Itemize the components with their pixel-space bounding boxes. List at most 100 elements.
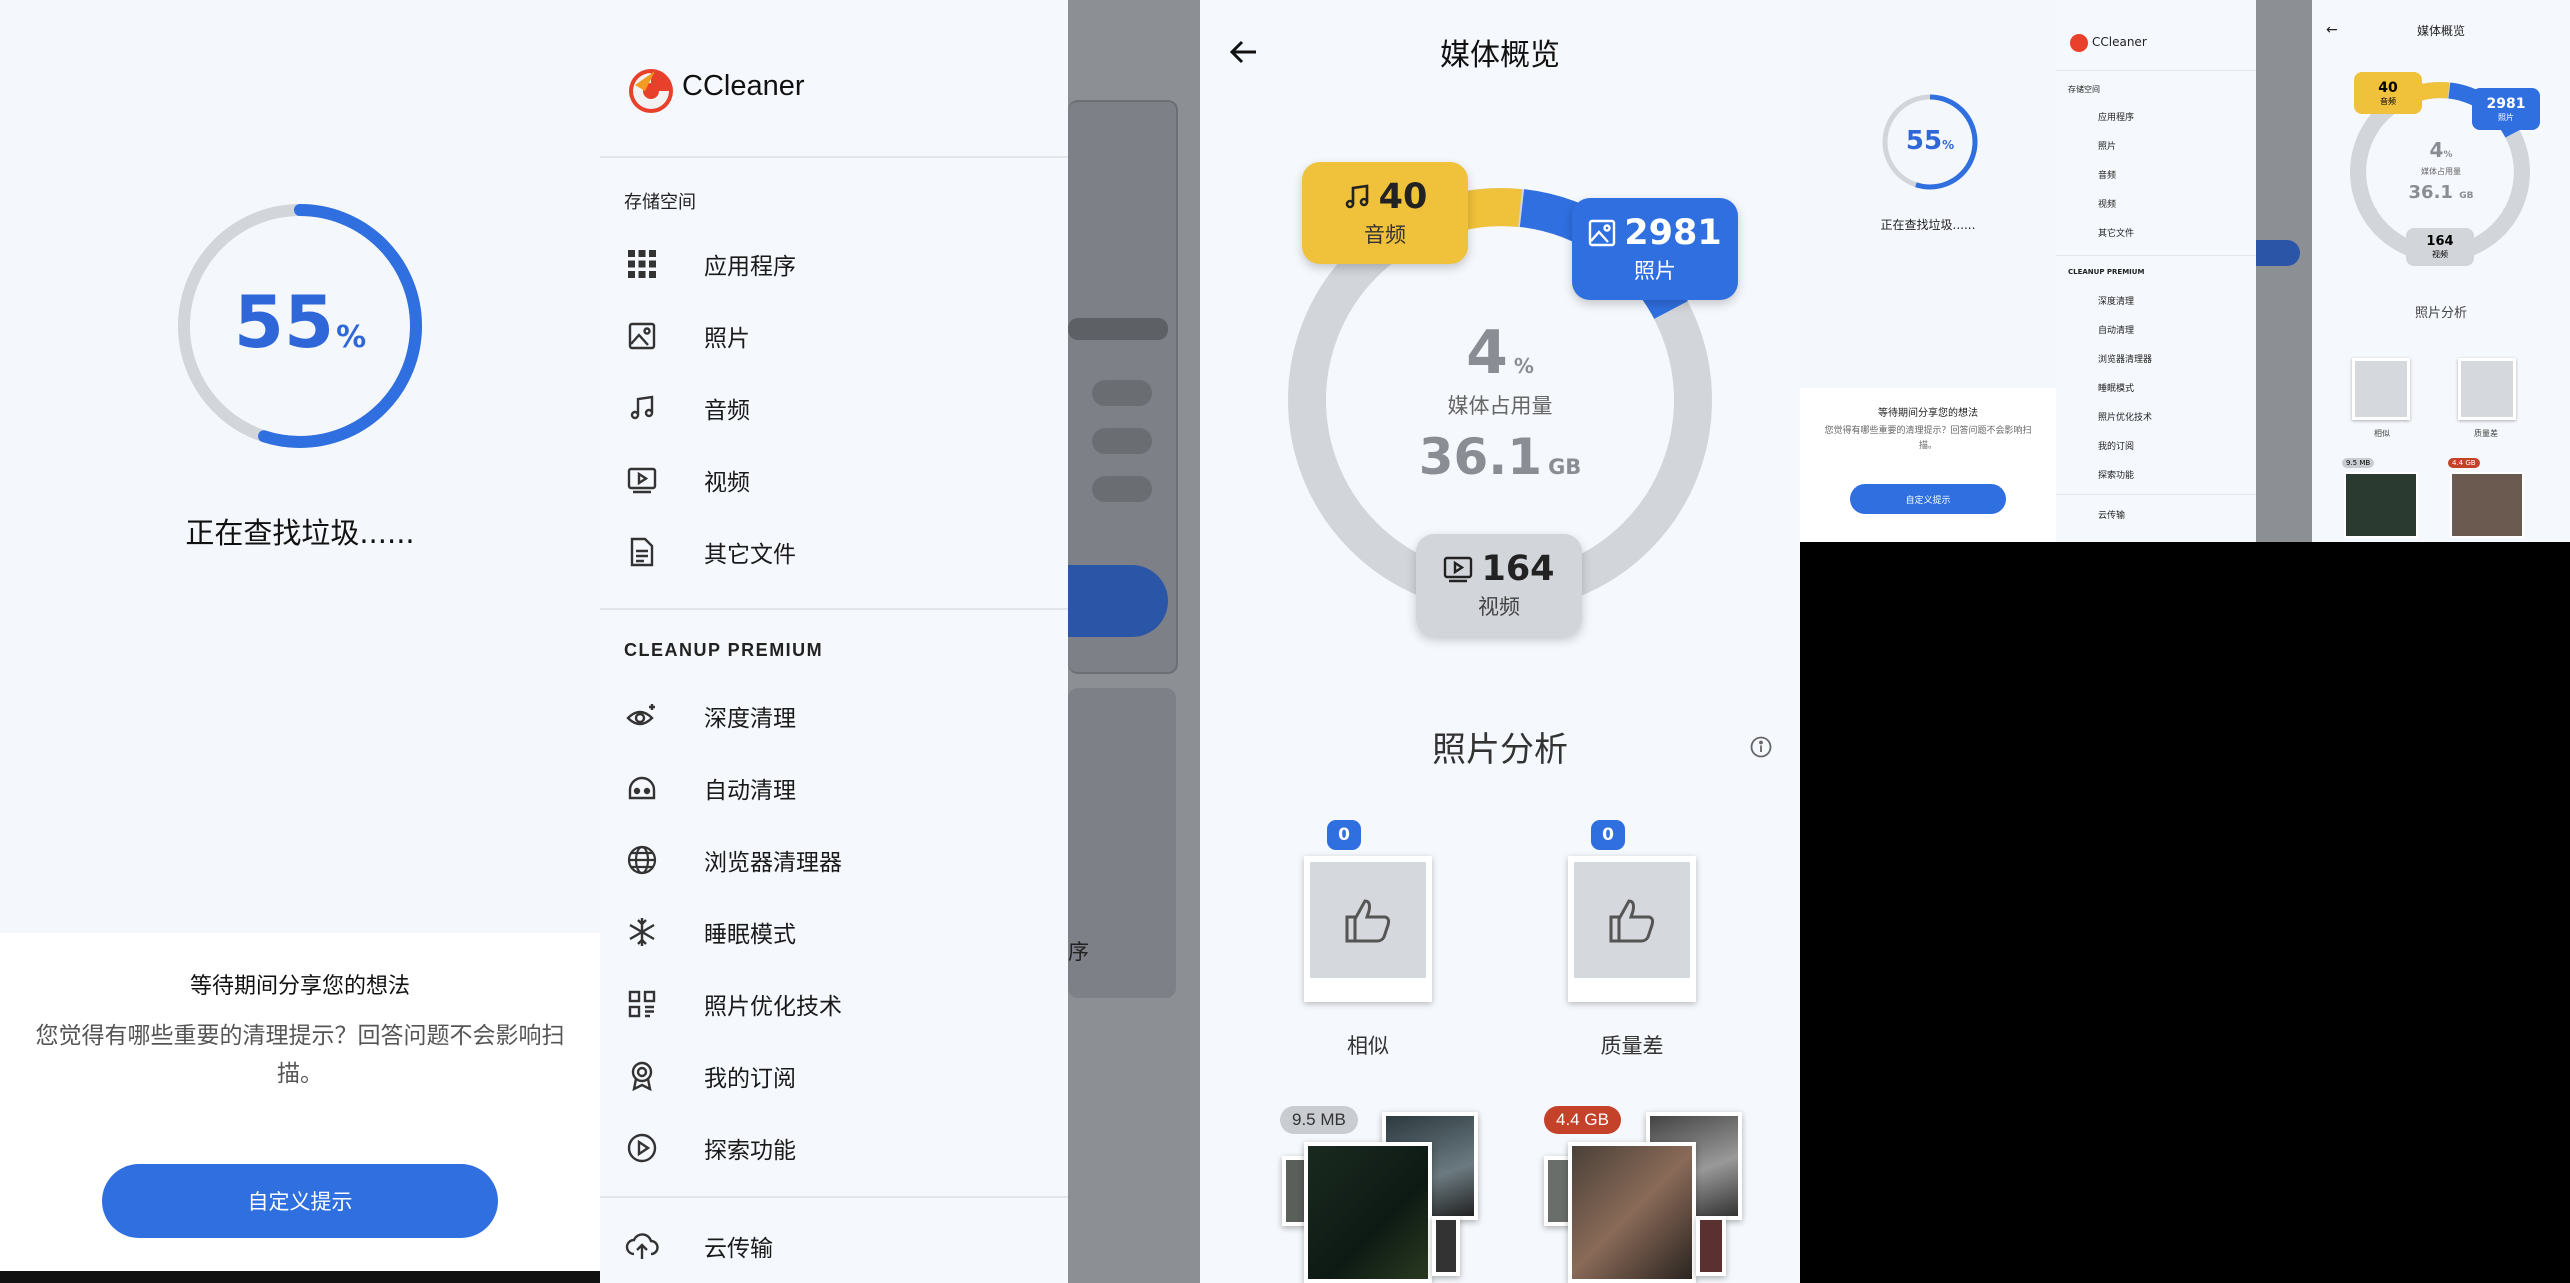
mini-premium-header: CLEANUP PREMIUM (2068, 268, 2145, 276)
mini-custom-tips-button[interactable]: 自定义提示 (1850, 484, 2006, 514)
mini-feedback-title: 等待期间分享您的想法 (1878, 408, 1978, 419)
divider (600, 608, 1068, 610)
photos-badge[interactable]: 2981 照片 (1572, 198, 1738, 300)
mini-usage-percent-value: 4 (2429, 138, 2444, 162)
videos-count: 164 (1481, 549, 1555, 589)
drawer-item-label: 睡眠模式 (704, 922, 796, 948)
drawer-item-photo-optimizer[interactable]: 照片优化技术 (600, 972, 1068, 1036)
media-overview-screen: 媒体概览 4% 媒体占用量 36.1 GB 40 音频 2981 照片 164 视… (1200, 0, 1800, 1283)
photo-thumb (1432, 1216, 1460, 1276)
videos-badge[interactable]: 164 视频 (1416, 534, 1582, 636)
mini-drawer-item[interactable]: 探索功能 (2098, 468, 2134, 481)
robot-icon (624, 770, 660, 806)
divider (600, 156, 1068, 158)
mini-drawer-item[interactable]: 照片 (2098, 139, 2116, 152)
drawer-item-explore[interactable]: 探索功能 (600, 1116, 1068, 1180)
mini-brand: CCleaner (2092, 35, 2147, 49)
globe-icon (624, 842, 660, 878)
drawer-item-deep-clean[interactable]: 深度清理 (600, 684, 1068, 748)
mini-low-quality-card[interactable] (2458, 358, 2516, 420)
video-icon (1444, 556, 1473, 583)
drawer-item-video[interactable]: 视频 (600, 448, 1068, 512)
usage-size: 36.1 GB (1200, 428, 1800, 486)
drawer-item-label: 其它文件 (704, 542, 796, 568)
video-icon (624, 462, 660, 498)
low-quality-label: 质量差 (1600, 1034, 1664, 1058)
low-quality-count-badge: 0 (1591, 820, 1625, 850)
low-quality-card[interactable] (1568, 856, 1696, 1002)
photo-thumb (1568, 1142, 1696, 1283)
apps-grid-icon (624, 246, 660, 282)
drawer-item-cloud-transfer[interactable]: 云传输 (600, 1214, 1068, 1278)
drawer-item-audio[interactable]: 音频 (600, 376, 1068, 440)
mini-photo-analysis-title: 照片分析 (2414, 306, 2467, 321)
nav-bar (0, 1271, 600, 1283)
mini-drawer-item[interactable]: 我的订阅 (2098, 439, 2134, 452)
mini-drawer-item[interactable]: 照片优化技术 (2098, 410, 2152, 423)
photo-thumb (1696, 1216, 1726, 1276)
drawer-item-sleep-mode[interactable]: 睡眠模式 (600, 900, 1068, 964)
document-icon (624, 534, 660, 570)
navigation-drawer: CCleaner 存储空间 应用程序 照片 音频 视频 其它文件 CLEANUP… (600, 0, 1068, 1283)
mini-feedback-body: 您觉得有哪些重要的清理提示？回答问题不会影响扫描。 (1824, 426, 2032, 451)
mini-low-quality-size-chip: 4.4 GB (2448, 458, 2480, 468)
mini-audio-badge[interactable]: 40 音频 (2354, 72, 2422, 114)
usage-percent-value: 4 (1466, 318, 1508, 388)
mini-photos-badge[interactable]: 2981 照片 (2472, 88, 2540, 130)
mini-scan-status: 正在查找垃圾...... (1880, 218, 1976, 232)
mini-title: 媒体概览 (2416, 24, 2465, 38)
mini-videos-badge[interactable]: 164 视频 (2406, 228, 2474, 266)
usage-size-value: 36.1 (1418, 428, 1543, 486)
drawer-item-photos[interactable]: 照片 (600, 304, 1068, 368)
mini-usage-label: 媒体占用量 (2421, 167, 2461, 176)
drawer-item-subscription[interactable]: 我的订阅 (600, 1044, 1068, 1108)
image-icon (624, 318, 660, 354)
mini-drawer-item[interactable]: 自动清理 (2098, 323, 2134, 336)
drawer-item-apps[interactable]: 应用程序 (600, 232, 1068, 296)
similar-photos-card[interactable] (1304, 856, 1432, 1002)
mini-usage-percent: 4% (2312, 138, 2570, 162)
mini-drawer-item[interactable]: 其它文件 (2098, 226, 2134, 239)
drawer-item-label: 音频 (704, 398, 750, 424)
mini-drawer-item[interactable]: 睡眠模式 (2098, 381, 2134, 394)
mini-logo-icon (2070, 34, 2088, 52)
mini-photo-stack (2450, 472, 2524, 538)
mini-usage-size-value: 36.1 (2408, 182, 2453, 203)
drawer-item-label: 应用程序 (704, 254, 796, 280)
drawer-item-label: 我的订阅 (704, 1066, 796, 1092)
audio-badge[interactable]: 40 音频 (1302, 162, 1468, 264)
drawer-item-other-files[interactable]: 其它文件 (600, 520, 1068, 584)
music-note-icon (624, 390, 660, 426)
usage-percent-symbol: % (1513, 354, 1534, 378)
custom-tips-button[interactable]: 自定义提示 (102, 1164, 498, 1238)
image-icon (1589, 219, 1616, 247)
storage-header: 存储空间 (624, 192, 696, 213)
scan-percent-value: 55 (233, 280, 335, 364)
info-icon[interactable] (1750, 736, 1772, 758)
usage-label: 媒体占用量 (1447, 394, 1553, 418)
audio-count: 40 (1378, 177, 1428, 217)
mini-drawer-item[interactable]: 应用程序 (2098, 110, 2134, 123)
mini-scan-percent-value: 55 (1905, 126, 1943, 156)
drawer-scrim[interactable]: 序 (1068, 0, 1200, 1283)
mini-usage-size: 36.1 GB (2312, 182, 2570, 203)
drawer-item-auto-clean[interactable]: 自动清理 (600, 756, 1068, 820)
mini-drawer-item[interactable]: 云传输 (2098, 508, 2125, 521)
drawer-screen: 序 CCleaner 存储空间 应用程序 照片 音频 视频 其它文件 CLEAN… (600, 0, 1200, 1283)
mini-drawer-item[interactable]: 音频 (2098, 168, 2116, 181)
mini-similar-card[interactable] (2352, 358, 2410, 420)
thumbs-up-icon (1345, 899, 1391, 943)
photo-analysis-title: 照片分析 (1432, 730, 1568, 770)
mini-drawer-item[interactable]: 视频 (2098, 197, 2116, 210)
mini-photos-count: 2981 (2486, 95, 2526, 112)
drawer-item-browser-cleaner[interactable]: 浏览器清理器 (600, 828, 1068, 892)
mini-drawer-item[interactable]: 深度清理 (2098, 294, 2134, 307)
mini-similar-size-chip: 9.5 MB (2342, 458, 2375, 468)
badge-icon (624, 1058, 660, 1094)
photos-label: 照片 (1634, 259, 1676, 283)
thumbs-up-icon (1609, 899, 1655, 943)
mini-usage-percent-symbol: % (2443, 150, 2453, 160)
mini-scan-screen: 55% 正在查找垃圾...... 等待期间分享您的想法 您觉得有哪些重要的清理提… (1800, 0, 2056, 542)
snowflake-icon (624, 914, 660, 950)
mini-drawer-item[interactable]: 浏览器清理器 (2098, 352, 2152, 365)
